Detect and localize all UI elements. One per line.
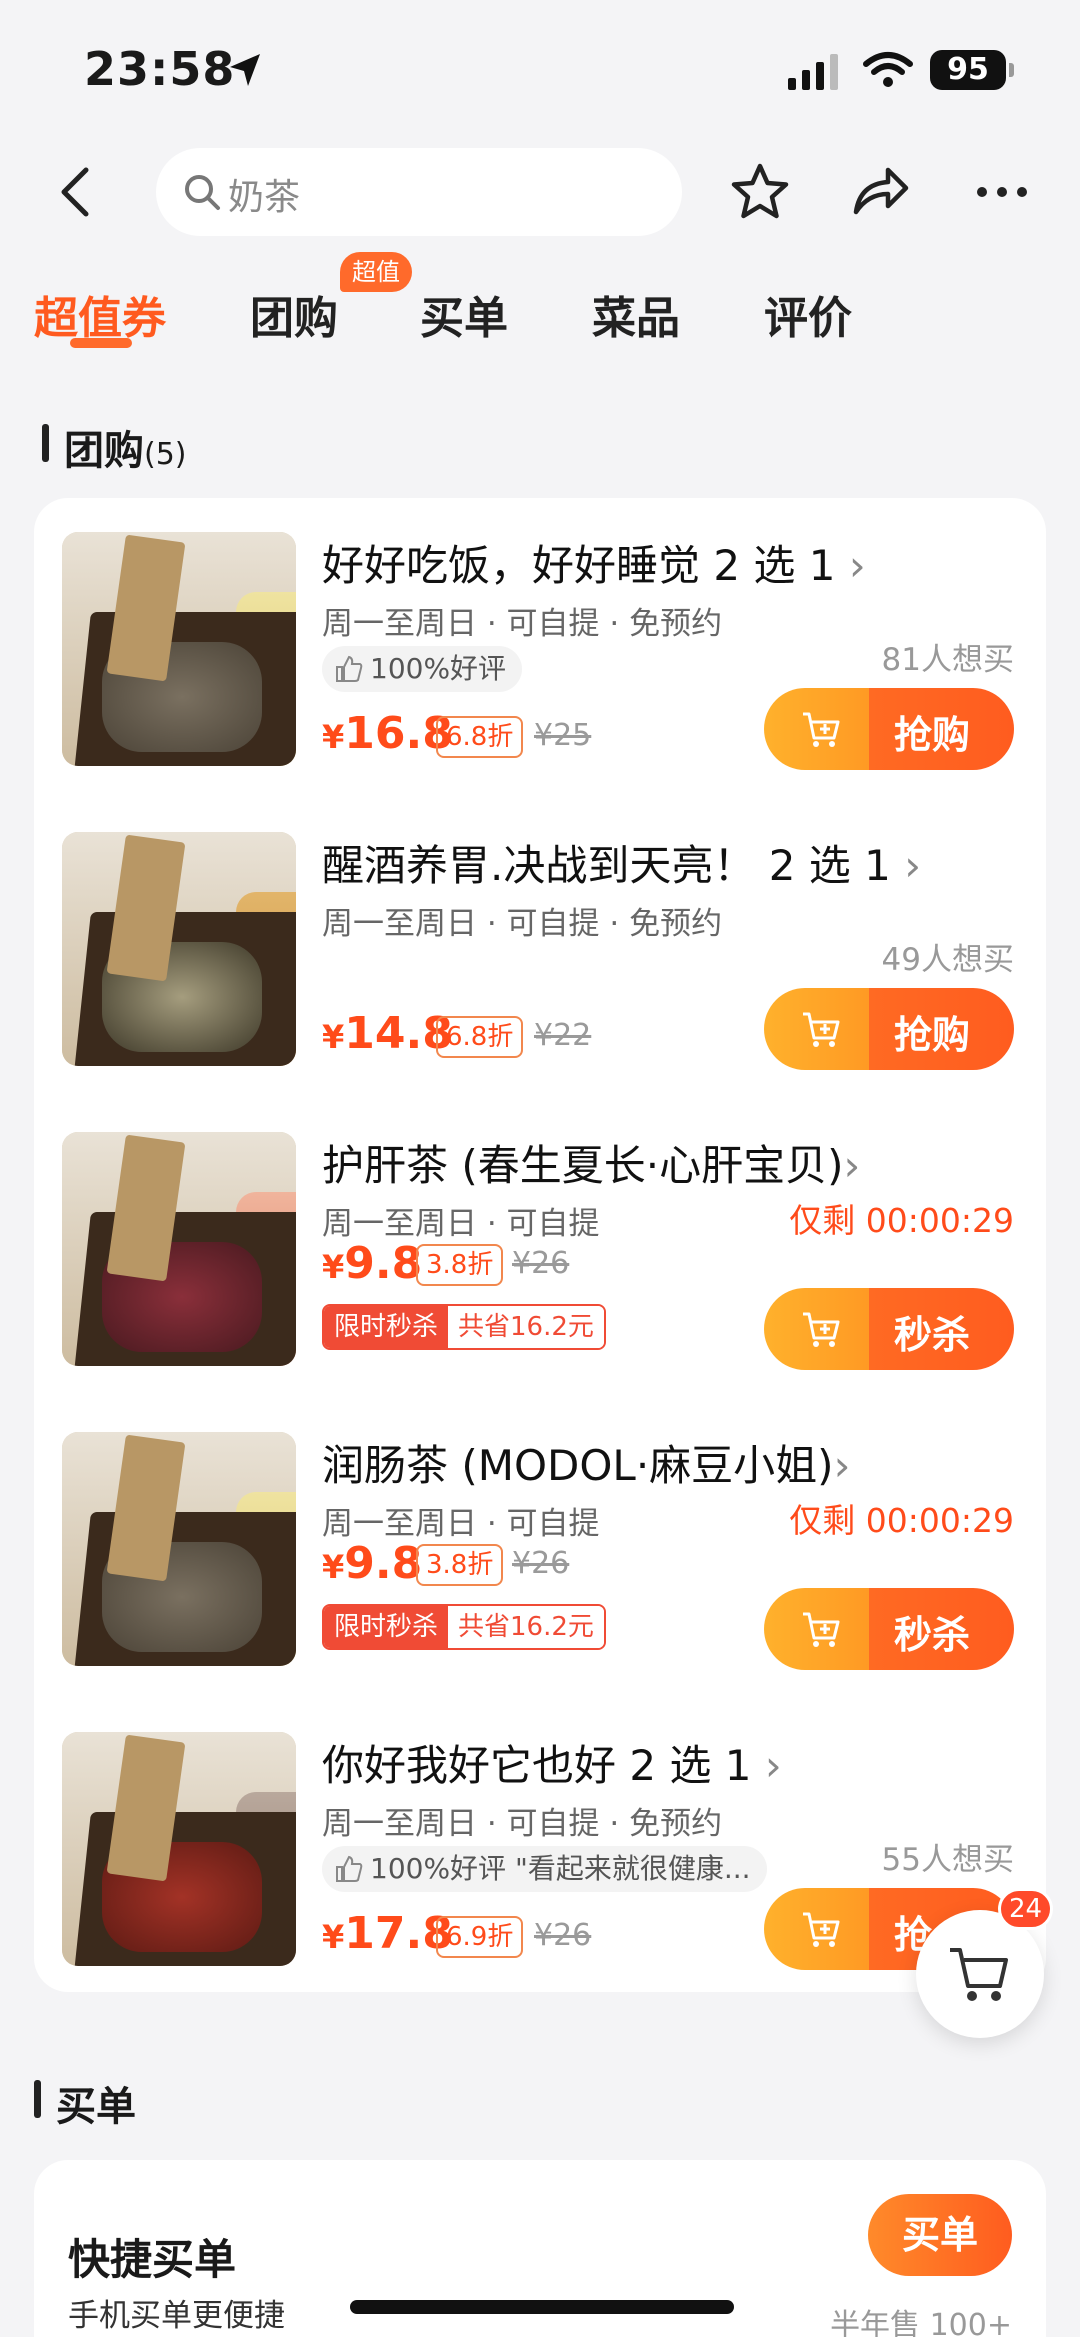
original-price: ¥26 xyxy=(512,1546,570,1581)
add-cart-icon xyxy=(803,712,840,747)
deal-title: 醒酒养胃.决战到天亮！ 2 选 1 › xyxy=(322,841,922,890)
thumbs-up-icon xyxy=(336,1855,363,1882)
deal-item[interactable]: 醒酒养胃.决战到天亮！ 2 选 1 › 周一至周日 · 可自提 · 免预约 49… xyxy=(34,798,1046,1098)
discount-tag: 6.9折 xyxy=(436,1916,524,1958)
deal-price: ¥16.8 xyxy=(322,708,453,759)
search-query: 奶茶 xyxy=(228,177,301,218)
active-tab-indicator xyxy=(70,338,132,348)
section-count: (5) xyxy=(144,437,187,472)
section-marker xyxy=(42,424,49,462)
search-icon xyxy=(185,175,220,210)
section-marker xyxy=(34,2080,41,2118)
want-count: 55人想买 xyxy=(881,1842,1014,1878)
flash-buy-button[interactable]: 秒杀 xyxy=(764,1588,1014,1670)
quick-pay-button[interactable]: 买单 xyxy=(868,2194,1012,2276)
tab-badge: 超值 xyxy=(340,252,412,292)
deal-image xyxy=(62,1132,296,1366)
deal-info: 周一至周日 · 可自提 xyxy=(322,1506,600,1542)
quick-pay-subtitle: 手机买单更便捷 xyxy=(68,2298,285,2334)
quick-pay-title: 快捷买单 xyxy=(68,2235,237,2284)
home-indicator xyxy=(350,2300,734,2314)
flash-sale-tag: 限时秒杀 共省16.2元 xyxy=(322,1604,606,1650)
more-icon[interactable] xyxy=(970,160,1034,224)
deal-item[interactable]: 你好我好它也好 2 选 1 › 周一至周日 · 可自提 · 免预约 100%好评… xyxy=(34,1698,1046,1998)
section-title-text: 团购 xyxy=(64,428,144,474)
wifi-icon xyxy=(863,52,913,87)
thumbs-up-icon xyxy=(336,655,363,682)
original-price: ¥26 xyxy=(534,1918,592,1953)
discount-tag: 6.8折 xyxy=(436,1016,524,1058)
original-price: ¥22 xyxy=(534,1018,592,1053)
buy-label: 秒杀 xyxy=(894,1313,971,1357)
want-count: 81人想买 xyxy=(881,642,1014,678)
tab-groupbuy[interactable]: 团购 xyxy=(250,282,338,346)
location-arrow-icon xyxy=(230,54,260,86)
want-count: 49人想买 xyxy=(881,942,1014,978)
add-cart-icon xyxy=(803,1612,840,1647)
top-nav: 奶茶 xyxy=(0,140,1080,250)
deal-image xyxy=(62,832,296,1066)
deal-price: ¥17.8 xyxy=(322,1908,453,1959)
deal-image xyxy=(62,1432,296,1666)
add-cart-icon xyxy=(803,1912,840,1947)
flash-sale-tag: 限时秒杀 共省16.2元 xyxy=(322,1304,606,1350)
discount-tag: 3.8折 xyxy=(416,1244,504,1286)
add-cart-icon xyxy=(803,1012,840,1047)
deal-title: 好好吃饭，好好睡觉 2 选 1 › xyxy=(322,541,866,590)
flash-countdown: 仅剩 00:00:29 xyxy=(789,1501,1014,1540)
deal-info: 周一至周日 · 可自提 · 免预约 xyxy=(322,906,723,942)
cellular-signal-icon xyxy=(788,54,838,90)
rating-tag: 100%好评 "看起来就很健康... xyxy=(322,1846,767,1892)
tab-bar: 超值券 团购 买单 菜品 评价 xyxy=(0,262,1080,362)
buy-label: 秒杀 xyxy=(894,1613,971,1657)
favorite-star-icon[interactable] xyxy=(728,160,792,224)
buy-label: 抢购 xyxy=(894,1013,971,1057)
deal-image xyxy=(62,532,296,766)
share-icon[interactable] xyxy=(848,160,912,224)
deal-title: 你好我好它也好 2 选 1 › xyxy=(322,1741,782,1790)
flash-countdown: 仅剩 00:00:29 xyxy=(789,1201,1014,1240)
buy-button[interactable]: 抢购 xyxy=(764,988,1014,1070)
tab-dishes[interactable]: 菜品 xyxy=(592,282,680,346)
deal-item[interactable]: 润肠茶 (MODOL·麻豆小姐)› 周一至周日 · 可自提 仅剩 00:00:2… xyxy=(34,1398,1046,1698)
back-arrow-icon[interactable] xyxy=(48,162,108,222)
deal-price: ¥14.8 xyxy=(322,1008,453,1059)
deal-title: 润肠茶 (MODOL·麻豆小姐)› xyxy=(322,1441,851,1490)
rating-tag: 100%好评 xyxy=(322,646,523,692)
deal-info: 周一至周日 · 可自提 · 免预约 xyxy=(322,606,723,642)
cart-count-badge: 24 xyxy=(998,1888,1054,1930)
status-time: 23:58 xyxy=(84,42,236,96)
deal-item[interactable]: 护肝茶 (春生夏长·心肝宝贝)› 周一至周日 · 可自提 仅剩 00:00:29… xyxy=(34,1098,1046,1398)
discount-tag: 3.8折 xyxy=(416,1544,504,1586)
discount-tag: 6.8折 xyxy=(436,716,524,758)
original-price: ¥25 xyxy=(534,718,592,753)
add-cart-icon xyxy=(803,1312,840,1347)
tab-pay[interactable]: 买单 xyxy=(420,282,508,346)
search-bar[interactable]: 奶茶 xyxy=(156,148,682,236)
deal-title: 护肝茶 (春生夏长·心肝宝贝)› xyxy=(322,1141,861,1190)
original-price: ¥26 xyxy=(512,1246,570,1281)
section-title-pay: 买单 xyxy=(56,2084,136,2130)
deal-price: ¥9.8 xyxy=(322,1538,423,1589)
battery-indicator: 95 xyxy=(930,50,1014,90)
status-bar: 23:58 95 xyxy=(0,0,1080,140)
buy-label: 抢购 xyxy=(894,713,971,757)
tab-coupons[interactable]: 超值券 xyxy=(34,282,166,346)
tab-reviews[interactable]: 评价 xyxy=(764,282,852,346)
deal-item[interactable]: 好好吃饭，好好睡觉 2 选 1 › 周一至周日 · 可自提 · 免预约 100%… xyxy=(34,498,1046,798)
deal-info: 周一至周日 · 可自提 · 免预约 xyxy=(322,1806,723,1842)
flash-buy-button[interactable]: 秒杀 xyxy=(764,1288,1014,1370)
deal-info: 周一至周日 · 可自提 xyxy=(322,1206,600,1242)
sold-count: 半年售 100+ xyxy=(830,2308,1012,2337)
section-title-groupbuy: 团购(5) xyxy=(64,418,187,476)
groupbuy-card: 好好吃饭，好好睡觉 2 选 1 › 周一至周日 · 可自提 · 免预约 100%… xyxy=(34,498,1046,1992)
deal-price: ¥9.8 xyxy=(322,1238,423,1289)
deal-image xyxy=(62,1732,296,1966)
shopping-cart-icon xyxy=(950,1948,1008,2001)
buy-button[interactable]: 抢购 xyxy=(764,688,1014,770)
